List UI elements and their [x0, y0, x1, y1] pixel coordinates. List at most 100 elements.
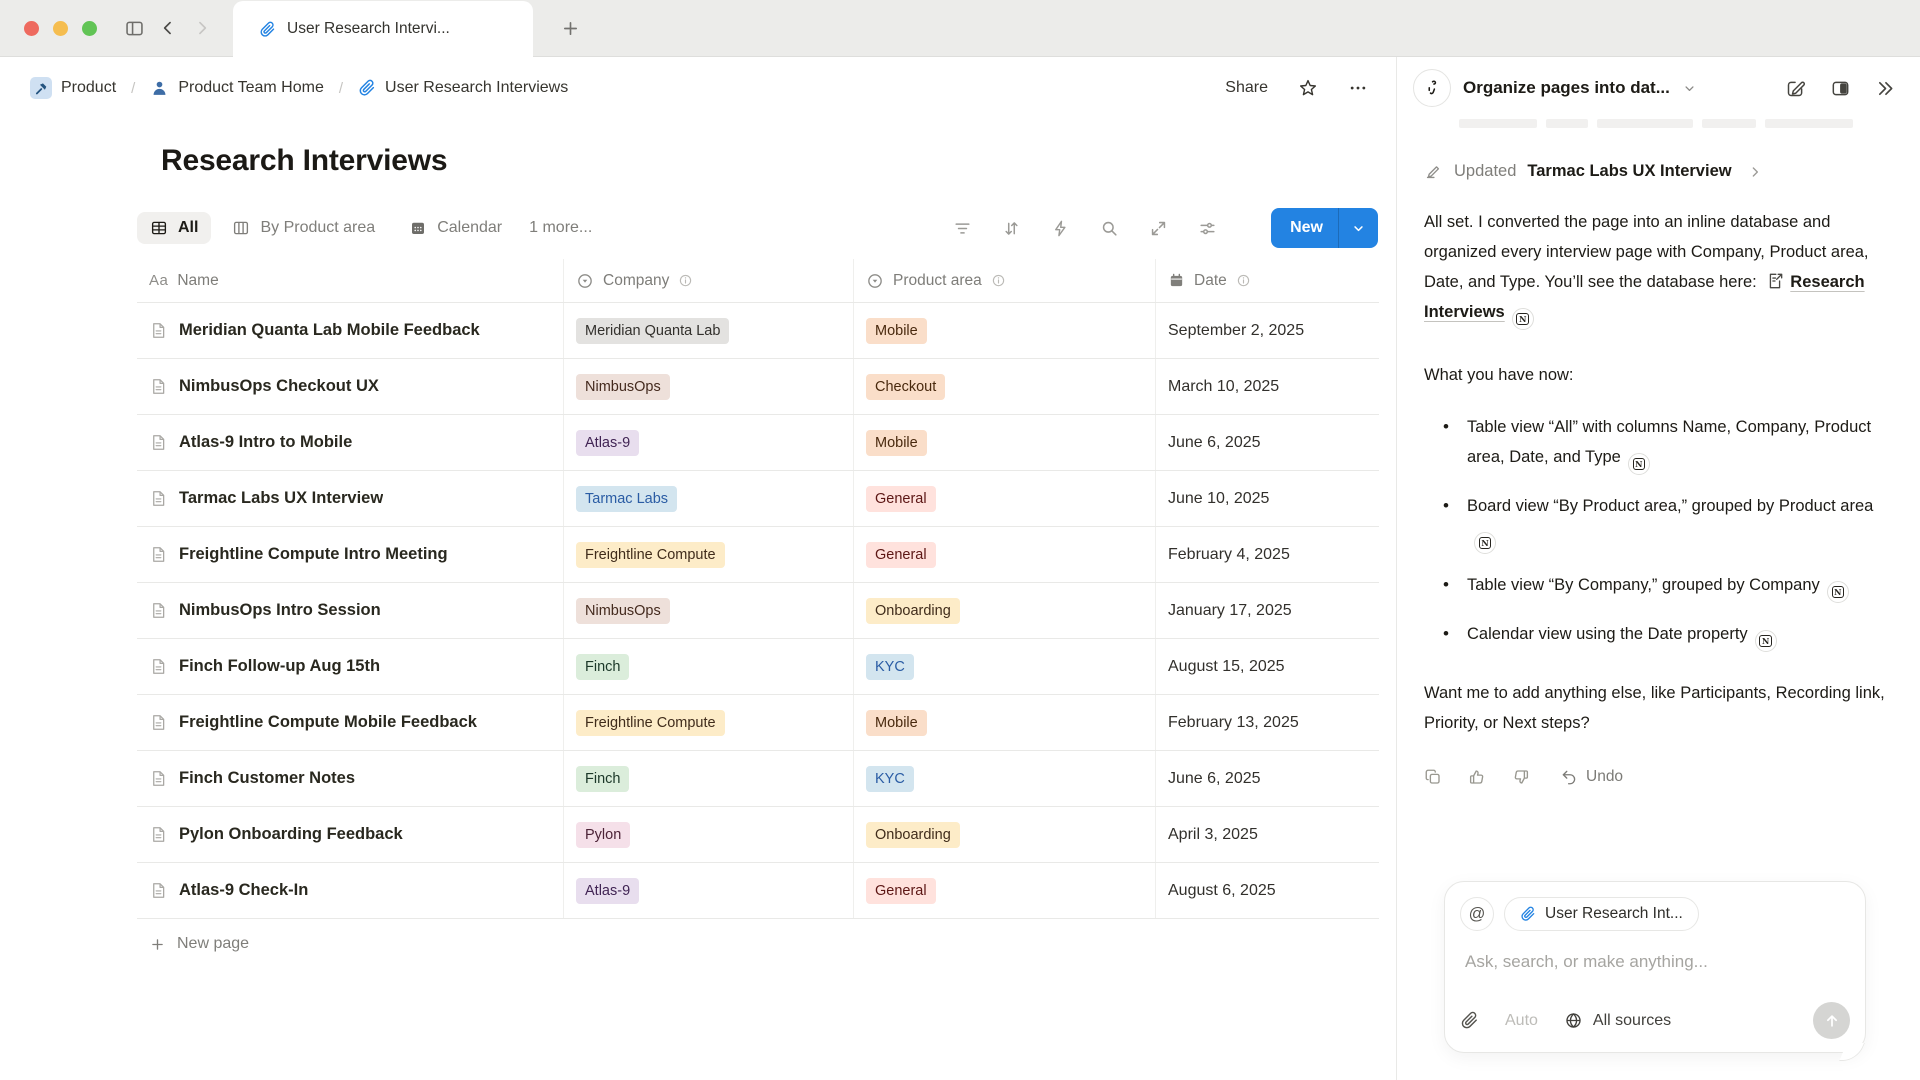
- new-tab-button[interactable]: [553, 11, 587, 45]
- breadcrumb-item-current-page[interactable]: User Research Interviews: [352, 75, 574, 101]
- row-date-cell[interactable]: June 6, 2025: [1156, 751, 1379, 806]
- collapse-double-chevron-icon[interactable]: [1875, 78, 1896, 99]
- row-company-cell[interactable]: Freightline Compute: [564, 527, 854, 582]
- row-product-area-cell[interactable]: Mobile: [854, 695, 1156, 750]
- share-button[interactable]: Share: [1225, 79, 1268, 97]
- search-icon[interactable]: [1100, 219, 1119, 238]
- row-product-area-cell[interactable]: KYC: [854, 639, 1156, 694]
- row-date-cell[interactable]: June 10, 2025: [1156, 471, 1379, 526]
- row-company-cell[interactable]: Tarmac Labs: [564, 471, 854, 526]
- breadcrumb-item-product[interactable]: Product: [24, 73, 122, 103]
- row-date-cell[interactable]: March 10, 2025: [1156, 359, 1379, 414]
- row-name-cell[interactable]: Atlas-9 Intro to Mobile: [137, 415, 564, 470]
- column-header-name[interactable]: Aa Name: [137, 259, 564, 302]
- column-header-company[interactable]: Company: [564, 259, 854, 302]
- all-sources-button[interactable]: All sources: [1564, 1011, 1671, 1030]
- row-company-cell[interactable]: Freightline Compute: [564, 695, 854, 750]
- row-company-cell[interactable]: Pylon: [564, 807, 854, 862]
- mention-at-button[interactable]: @: [1460, 897, 1494, 931]
- row-date-cell[interactable]: June 6, 2025: [1156, 415, 1379, 470]
- row-date-cell[interactable]: August 15, 2025: [1156, 639, 1379, 694]
- row-date-cell[interactable]: September 2, 2025: [1156, 303, 1379, 358]
- thumbs-down-icon[interactable]: [1512, 768, 1530, 786]
- company-tag: Atlas-9: [576, 878, 639, 904]
- row-date-cell[interactable]: February 13, 2025: [1156, 695, 1379, 750]
- ai-composer[interactable]: @ User Research Int... Ask, search, or m…: [1444, 881, 1866, 1053]
- row-date-cell[interactable]: January 17, 2025: [1156, 583, 1379, 638]
- undo-button[interactable]: Undo: [1560, 768, 1623, 786]
- row-company-cell[interactable]: Meridian Quanta Lab: [564, 303, 854, 358]
- row-product-area-cell[interactable]: Onboarding: [854, 583, 1156, 638]
- composer-input[interactable]: Ask, search, or make anything...: [1465, 952, 1845, 972]
- row-name-cell[interactable]: Finch Follow-up Aug 15th: [137, 639, 564, 694]
- row-product-area-cell[interactable]: Mobile: [854, 303, 1156, 358]
- row-name-cell[interactable]: NimbusOps Intro Session: [137, 583, 564, 638]
- row-company-cell[interactable]: Finch: [564, 639, 854, 694]
- new-chat-compose-icon[interactable]: [1785, 78, 1806, 99]
- column-header-product-area[interactable]: Product area: [854, 259, 1156, 302]
- ai-thread-title[interactable]: Organize pages into dat...: [1463, 78, 1670, 98]
- row-company-cell[interactable]: NimbusOps: [564, 359, 854, 414]
- row-name-cell[interactable]: Finch Customer Notes: [137, 751, 564, 806]
- attach-paperclip-icon[interactable]: [1460, 1011, 1479, 1030]
- info-icon[interactable]: [1236, 273, 1251, 288]
- chevron-down-icon[interactable]: [1682, 81, 1697, 96]
- row-product-area-cell[interactable]: Checkout: [854, 359, 1156, 414]
- back-button[interactable]: [151, 11, 185, 45]
- row-name-label: Meridian Quanta Lab Mobile Feedback: [179, 321, 480, 340]
- row-name-cell[interactable]: Atlas-9 Check-In: [137, 863, 564, 918]
- sort-icon[interactable]: [1002, 219, 1021, 238]
- row-product-area-cell[interactable]: Mobile: [854, 415, 1156, 470]
- row-product-area-cell[interactable]: General: [854, 527, 1156, 582]
- view-settings-icon[interactable]: [1198, 219, 1217, 238]
- automation-lightning-icon[interactable]: [1051, 219, 1070, 238]
- forward-button[interactable]: [185, 11, 219, 45]
- panel-layout-icon[interactable]: [1830, 78, 1851, 99]
- row-product-area-cell[interactable]: General: [854, 863, 1156, 918]
- new-page-button[interactable]: New page: [137, 919, 1379, 969]
- row-name-cell[interactable]: Tarmac Labs UX Interview: [137, 471, 564, 526]
- view-tab-calendar[interactable]: Calendar: [396, 212, 515, 244]
- updated-page-row[interactable]: Updated Tarmac Labs UX Interview: [1424, 162, 1890, 181]
- row-company-cell[interactable]: Atlas-9: [564, 863, 854, 918]
- sidebar-toggle-icon[interactable]: [117, 11, 151, 45]
- row-product-area-cell[interactable]: Onboarding: [854, 807, 1156, 862]
- row-name-cell[interactable]: Freightline Compute Intro Meeting: [137, 527, 564, 582]
- column-header-date[interactable]: Date: [1156, 259, 1379, 302]
- info-icon[interactable]: [991, 273, 1006, 288]
- view-tab-by-product-area[interactable]: By Product area: [219, 212, 388, 244]
- row-product-area-cell[interactable]: General: [854, 471, 1156, 526]
- select-property-icon: [866, 272, 884, 290]
- row-company-cell[interactable]: Finch: [564, 751, 854, 806]
- zoom-window-button[interactable]: [82, 21, 97, 36]
- row-name-cell[interactable]: Pylon Onboarding Feedback: [137, 807, 564, 862]
- date-label: June 10, 2025: [1168, 490, 1269, 508]
- row-company-cell[interactable]: NimbusOps: [564, 583, 854, 638]
- thumbs-up-icon[interactable]: [1468, 768, 1486, 786]
- more-options-icon[interactable]: [1348, 78, 1368, 98]
- breadcrumb-item-team-home[interactable]: Product Team Home: [144, 75, 330, 102]
- close-window-button[interactable]: [24, 21, 39, 36]
- row-name-cell[interactable]: Meridian Quanta Lab Mobile Feedback: [137, 303, 564, 358]
- expand-icon[interactable]: [1149, 219, 1168, 238]
- favorite-star-icon[interactable]: [1298, 78, 1318, 98]
- context-page-chip[interactable]: User Research Int...: [1504, 897, 1699, 931]
- row-name-cell[interactable]: Freightline Compute Mobile Feedback: [137, 695, 564, 750]
- row-company-cell[interactable]: Atlas-9: [564, 415, 854, 470]
- new-button[interactable]: New: [1271, 208, 1378, 248]
- copy-icon[interactable]: [1424, 768, 1442, 786]
- row-name-cell[interactable]: NimbusOps Checkout UX: [137, 359, 564, 414]
- more-views-button[interactable]: 1 more...: [529, 219, 592, 237]
- send-button[interactable]: [1813, 1002, 1850, 1039]
- info-icon[interactable]: [678, 273, 693, 288]
- row-product-area-cell[interactable]: KYC: [854, 751, 1156, 806]
- filter-icon[interactable]: [953, 219, 972, 238]
- row-date-cell[interactable]: April 3, 2025: [1156, 807, 1379, 862]
- minimize-window-button[interactable]: [53, 21, 68, 36]
- view-tab-all[interactable]: All: [137, 212, 211, 244]
- row-date-cell[interactable]: February 4, 2025: [1156, 527, 1379, 582]
- auto-mode-label[interactable]: Auto: [1505, 1012, 1538, 1030]
- browser-tab[interactable]: User Research Intervi...: [233, 1, 533, 57]
- row-date-cell[interactable]: August 6, 2025: [1156, 863, 1379, 918]
- new-button-chevron-down-icon[interactable]: [1339, 208, 1378, 248]
